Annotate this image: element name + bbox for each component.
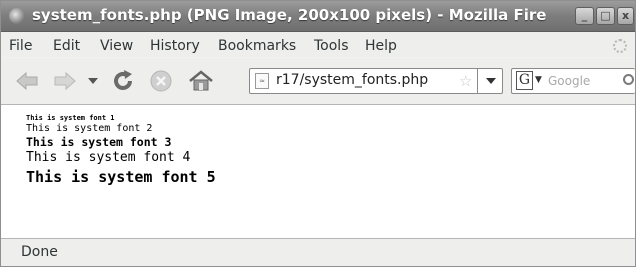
magnifier-icon[interactable] xyxy=(623,74,634,85)
navigation-toolbar: ≈ r17/system_fonts.php ☆ G ▼ Google xyxy=(1,58,635,105)
status-text: Done xyxy=(21,244,58,260)
page-content: This is system font 1 This is system fon… xyxy=(1,105,635,238)
chevron-down-icon xyxy=(485,78,496,84)
activity-throbber-icon xyxy=(613,39,627,53)
system-font-line-3: This is system font 3 xyxy=(26,135,172,149)
forward-button[interactable] xyxy=(51,68,79,94)
url-text[interactable]: r17/system_fonts.php xyxy=(276,72,456,88)
system-font-line-2: This is system font 2 xyxy=(26,123,153,134)
menu-file[interactable]: File xyxy=(9,38,32,54)
title-bar[interactable]: system_fonts.php (PNG Image, 200x100 pix… xyxy=(1,1,635,32)
menu-bookmarks[interactable]: Bookmarks xyxy=(218,38,296,54)
page-favicon-icon: ≈ xyxy=(255,73,269,89)
menu-bar: File Edit View History Bookmarks Tools H… xyxy=(1,32,635,57)
url-history-dropdown[interactable] xyxy=(477,69,503,93)
minimize-button[interactable]: _ xyxy=(575,7,594,25)
chevron-down-icon xyxy=(88,78,98,84)
menu-history[interactable]: History xyxy=(150,38,200,54)
search-engine-icon[interactable]: G xyxy=(516,71,533,90)
history-dropdown-button[interactable] xyxy=(85,68,101,94)
search-engine-dropdown-icon[interactable]: ▼ xyxy=(535,75,542,85)
status-bar: Done xyxy=(1,238,635,266)
system-font-line-4: This is system font 4 xyxy=(26,150,191,165)
system-font-line-5: This is system font 5 xyxy=(26,168,216,186)
bookmark-star-icon[interactable]: ☆ xyxy=(459,72,472,90)
system-font-line-1: This is system font 1 xyxy=(26,114,115,122)
back-button[interactable] xyxy=(13,68,41,94)
menu-edit[interactable]: Edit xyxy=(53,38,80,54)
menu-tools[interactable]: Tools xyxy=(314,38,349,54)
close-button[interactable]: x xyxy=(617,7,634,25)
window-title: system_fonts.php (PNG Image, 200x100 pix… xyxy=(32,6,547,24)
stop-icon xyxy=(150,70,172,92)
menu-help[interactable]: Help xyxy=(365,38,397,54)
menu-view[interactable]: View xyxy=(100,38,133,54)
home-button[interactable] xyxy=(187,68,215,94)
url-bar[interactable]: ≈ r17/system_fonts.php ☆ xyxy=(249,68,503,94)
search-bar[interactable]: G ▼ Google xyxy=(511,68,635,94)
reload-button[interactable] xyxy=(109,68,137,94)
reload-icon xyxy=(114,70,132,90)
home-icon xyxy=(189,70,213,91)
firefox-icon xyxy=(9,8,25,24)
browser-window: system_fonts.php (PNG Image, 200x100 pix… xyxy=(0,0,636,267)
maximize-button[interactable]: □ xyxy=(596,7,615,25)
forward-arrow-icon xyxy=(54,71,76,91)
back-arrow-icon xyxy=(16,71,38,91)
search-placeholder[interactable]: Google xyxy=(548,74,590,88)
stop-button[interactable] xyxy=(147,68,175,94)
